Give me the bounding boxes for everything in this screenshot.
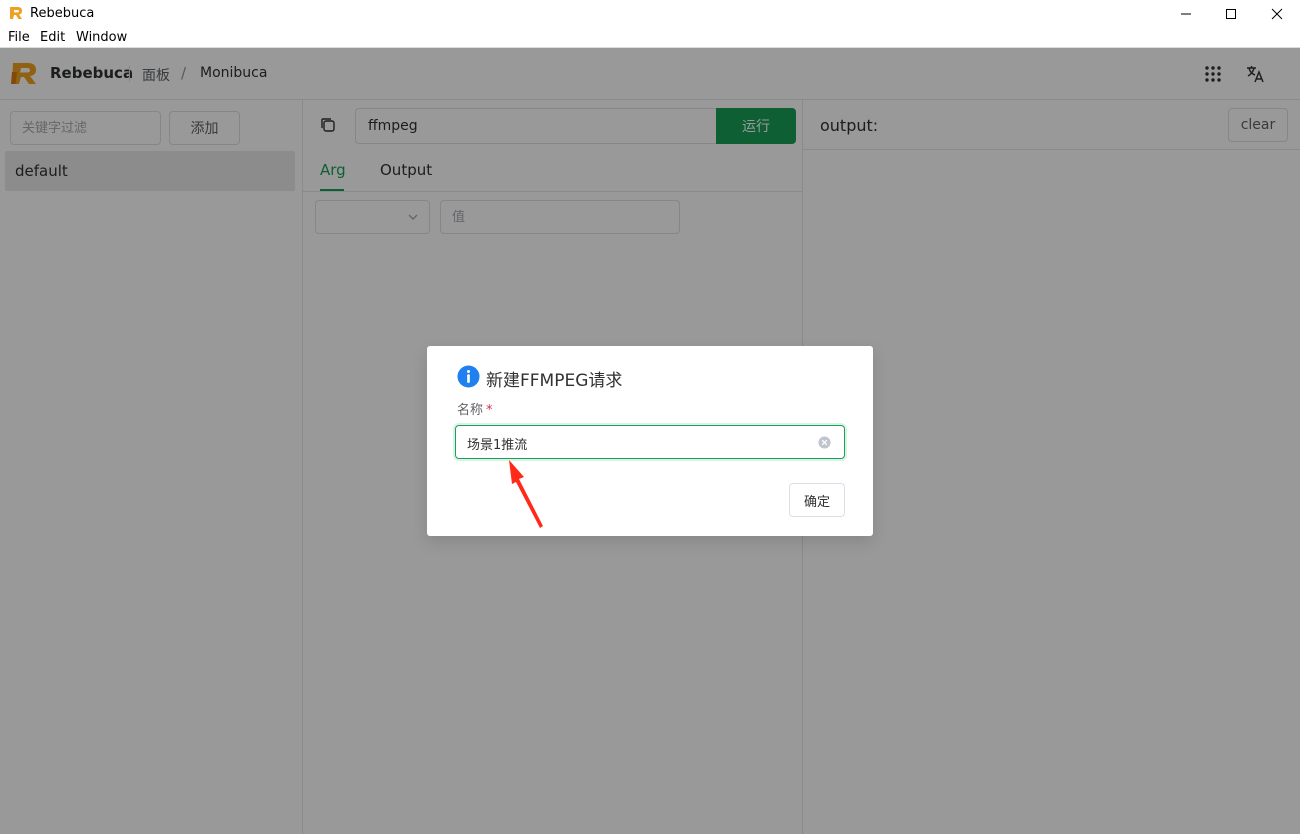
menu-file[interactable]: File bbox=[8, 30, 30, 45]
info-icon bbox=[457, 365, 480, 388]
name-input[interactable]: 场景1推流 bbox=[455, 425, 845, 459]
minimize-icon[interactable] bbox=[1163, 0, 1209, 28]
app-logo-icon bbox=[10, 7, 22, 19]
name-label-text: 名称 bbox=[457, 403, 484, 418]
dialog-title: 新建FFMPEG请求 bbox=[486, 371, 623, 391]
confirm-button[interactable]: 确定 bbox=[789, 483, 845, 517]
name-input-value: 场景1推流 bbox=[467, 438, 528, 453]
close-icon[interactable] bbox=[1254, 0, 1300, 28]
window-title: Rebebuca bbox=[30, 6, 95, 21]
window-titlebar: Rebebuca bbox=[0, 0, 1300, 28]
new-request-dialog: 新建FFMPEG请求 名称 * 场景1推流 确定 bbox=[427, 346, 873, 536]
menubar: File Edit Window bbox=[0, 28, 1300, 48]
required-mark: * bbox=[486, 403, 493, 418]
menu-edit[interactable]: Edit bbox=[40, 30, 65, 45]
name-field-label: 名称 * bbox=[457, 399, 493, 418]
menu-window[interactable]: Window bbox=[76, 30, 127, 45]
clear-input-icon[interactable] bbox=[818, 436, 831, 449]
maximize-icon[interactable] bbox=[1208, 0, 1254, 28]
